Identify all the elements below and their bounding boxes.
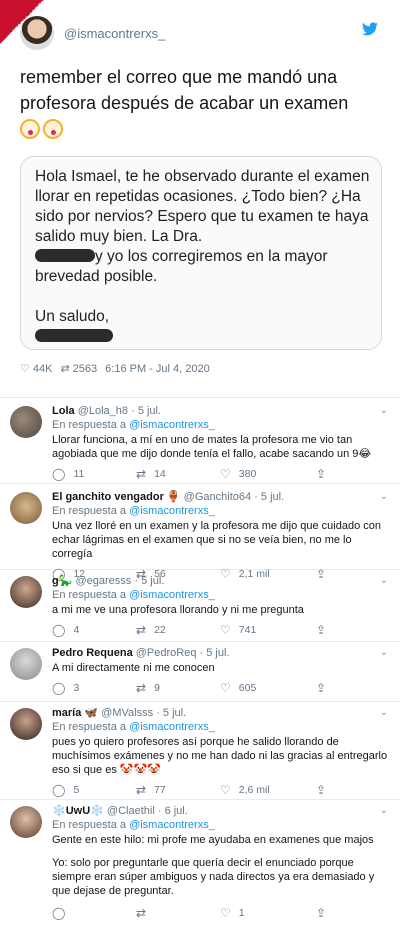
retweet-icon[interactable]: ⇄ (136, 681, 146, 695)
heart-icon[interactable]: ♡ (220, 906, 231, 920)
clown-emoji-icon (43, 119, 63, 139)
reply-date[interactable]: 5 jul. (141, 575, 164, 587)
tweet-stats: ♡ 44K ⇄ 2563 6:16 PM - Jul 4, 2020 (20, 362, 386, 376)
retweet-count: 2563 (72, 362, 98, 375)
like-count: 44K (32, 362, 53, 375)
retweet-icon[interactable]: ⇄ (136, 906, 146, 920)
share-icon[interactable]: ⇪ (316, 906, 326, 920)
reply-author-handle[interactable]: @Ganchito64 (184, 491, 251, 503)
avatar[interactable] (10, 492, 42, 524)
reply-tweet[interactable]: El ganchito vengador 🏺 @Ganchito64 · 5 j… (0, 484, 400, 581)
retweet-icon[interactable]: ⇄ (136, 623, 146, 637)
avatar[interactable] (10, 806, 42, 838)
reply-author-name[interactable]: g🦕 (52, 575, 72, 587)
reply-author-handle[interactable]: @PedroReq (136, 647, 197, 659)
chevron-down-icon[interactable]: ⌄ (380, 574, 388, 588)
redaction-bar (35, 329, 113, 342)
reply-date[interactable]: 5 jul. (138, 405, 161, 417)
chevron-down-icon[interactable]: ⌄ (380, 490, 388, 504)
chevron-down-icon[interactable]: ⌄ (380, 706, 388, 720)
avatar[interactable] (10, 648, 42, 680)
reply-tweet[interactable]: g🦕 @egaresss · 5 jul. ⌄ En respuesta a @… (0, 570, 400, 642)
retweet-icon[interactable]: ⇄ (60, 362, 69, 375)
reply-tweet[interactable]: maría 🦋 @MValsss · 5 jul. ⌄ En respuesta… (0, 702, 400, 800)
retweet-icon[interactable]: ⇄ (136, 783, 146, 797)
reply-author-handle[interactable]: @egaresss (75, 575, 131, 587)
reply-to-link[interactable]: @ismacontrerxs_ (129, 589, 215, 601)
tweet-text: remember el correo que me mandó una prof… (20, 64, 386, 142)
reply-author-handle[interactable]: @MValsss (101, 707, 153, 719)
heart-icon[interactable]: ♡ (20, 362, 30, 375)
chevron-down-icon[interactable]: ⌄ (380, 804, 388, 818)
share-icon[interactable]: ⇪ (316, 623, 326, 637)
reply-tweet[interactable]: ❄️UwU❄️ @Claethil · 6 jul. ⌄ En respuest… (0, 800, 400, 926)
comment-icon[interactable]: ◯ (52, 906, 65, 920)
share-icon[interactable]: ⇪ (316, 783, 326, 797)
reply-author-name[interactable]: maría 🦋 (52, 707, 98, 719)
avatar[interactable] (10, 576, 42, 608)
clown-emoji-icon (20, 119, 40, 139)
comment-icon[interactable]: ◯ (52, 623, 65, 637)
share-icon[interactable]: ⇪ (316, 467, 326, 481)
reply-text: Una vez lloré en un examen y la profesor… (52, 520, 381, 560)
retweet-icon[interactable]: ⇄ (136, 467, 146, 481)
reply-tweet[interactable]: Pedro Requena @PedroReq · 5 jul. ⌄ A mi … (0, 642, 400, 702)
avatar[interactable] (20, 16, 54, 50)
reply-author-handle[interactable]: @Claethil (107, 805, 155, 817)
reply-text: pues yo quiero profesores así porque he … (52, 736, 388, 776)
comment-icon[interactable]: ◯ (52, 467, 65, 481)
email-signoff: Un saludo, (35, 307, 371, 347)
reply-author-name[interactable]: ❄️UwU❄️ (52, 805, 104, 817)
reply-author-name[interactable]: El ganchito vengador 🏺 (52, 491, 181, 503)
reply-text: Llorar funciona, a mí en uno de mates la… (52, 434, 372, 460)
chevron-down-icon[interactable]: ⌄ (380, 646, 388, 660)
heart-icon[interactable]: ♡ (220, 681, 231, 695)
reply-date[interactable]: 5 jul. (163, 707, 186, 719)
email-screenshot-image[interactable]: Hola Ismael, te he observado durante el … (20, 156, 382, 350)
author-handle[interactable]: @ismacontrerxs_ (64, 26, 165, 41)
heart-icon[interactable]: ♡ (220, 467, 231, 481)
reply-text: A mi directamente ni me conocen (52, 662, 215, 674)
email-body: Hola Ismael, te he observado durante el … (35, 168, 370, 285)
reply-date[interactable]: 5 jul. (206, 647, 229, 659)
reply-to-link[interactable]: @ismacontrerxs_ (129, 505, 215, 517)
tweet-timestamp[interactable]: 6:16 PM - Jul 4, 2020 (105, 363, 210, 375)
heart-icon[interactable]: ♡ (220, 623, 231, 637)
reply-to-link[interactable]: @ismacontrerxs_ (129, 819, 215, 831)
reply-author-handle[interactable]: @Lola_h8 (78, 405, 128, 417)
reply-author-name[interactable]: Lola (52, 405, 75, 417)
heart-icon[interactable]: ♡ (220, 783, 231, 797)
main-tweet: @ismacontrerxs_ remember el correo que m… (0, 0, 400, 398)
share-icon[interactable]: ⇪ (316, 681, 326, 695)
reply-author-name[interactable]: Pedro Requena (52, 647, 133, 659)
reply-text: Gente en este hilo: mi profe me ayudaba … (52, 834, 374, 846)
reply-text: Yo: solo por preguntarle que quería deci… (52, 857, 375, 897)
avatar[interactable] (10, 708, 42, 740)
avatar[interactable] (10, 406, 42, 438)
comment-icon[interactable]: ◯ (52, 783, 65, 797)
chevron-down-icon[interactable]: ⌄ (380, 404, 388, 418)
comment-icon[interactable]: ◯ (52, 681, 65, 695)
reply-tweet[interactable]: Lola @Lola_h8 · 5 jul. ⌄ En respuesta a … (0, 398, 400, 484)
redaction-bar (35, 249, 95, 262)
reply-to-link[interactable]: @ismacontrerxs_ (129, 419, 215, 431)
reply-date[interactable]: 6 jul. (165, 805, 188, 817)
reply-date[interactable]: 5 jul. (261, 491, 284, 503)
twitter-bird-icon[interactable] (362, 22, 378, 36)
reply-to-link[interactable]: @ismacontrerxs_ (129, 721, 215, 733)
reply-text: a mi me ve una profesora llorando y ni m… (52, 604, 304, 616)
